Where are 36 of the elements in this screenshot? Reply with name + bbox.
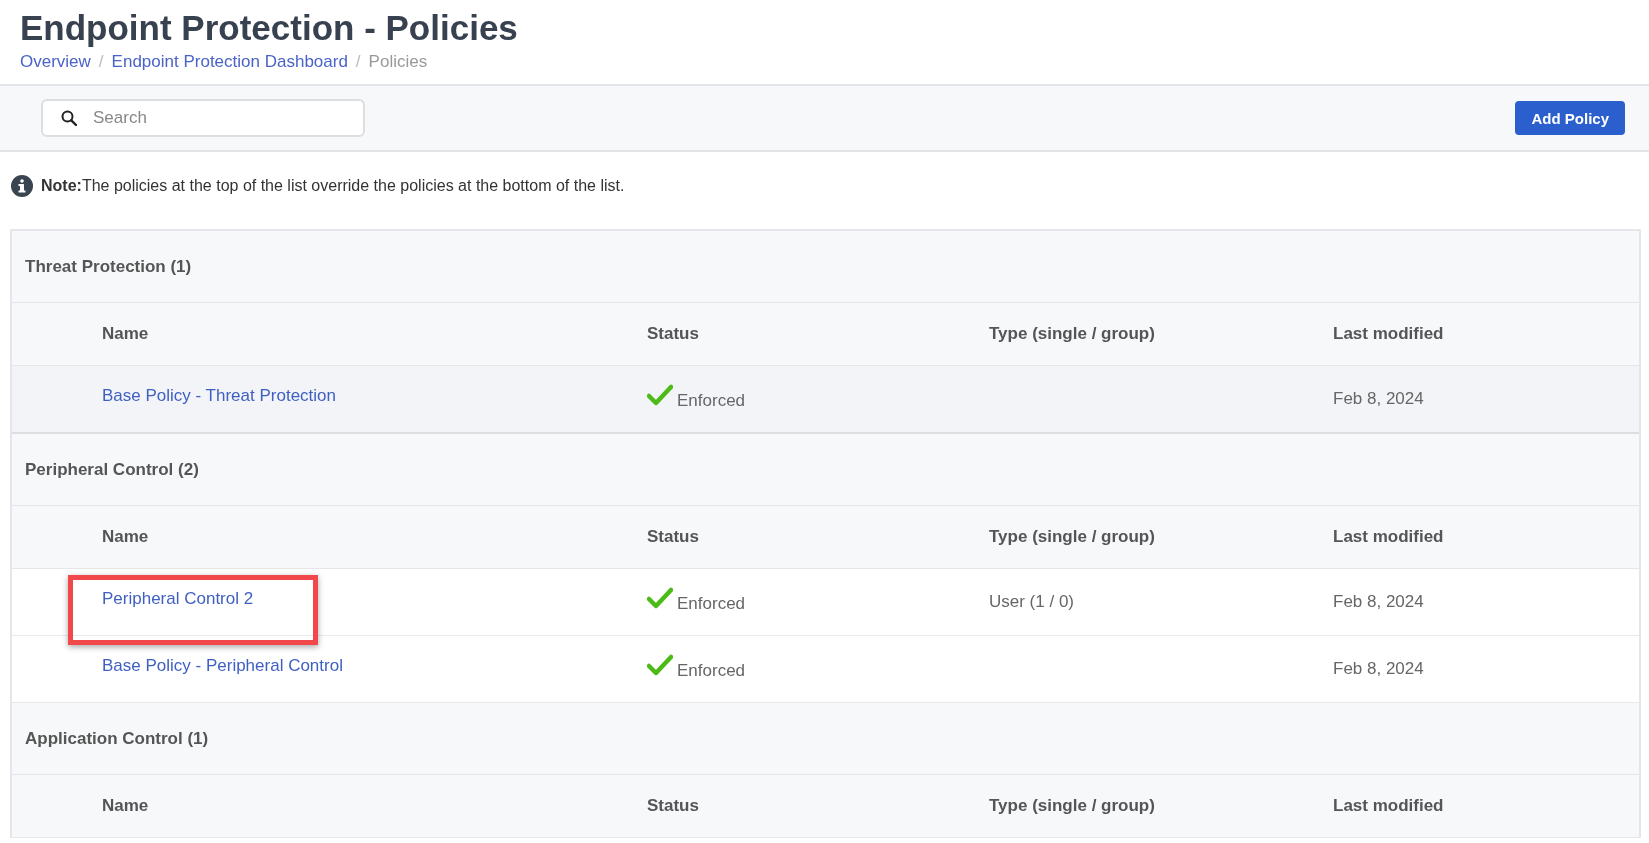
- policy-link[interactable]: Base Policy - Peripheral Control: [102, 656, 343, 676]
- policy-link[interactable]: Peripheral Control 2: [102, 589, 254, 609]
- column-header: Status: [647, 324, 700, 344]
- group-title: Peripheral Control (2): [25, 459, 199, 480]
- note-text: Note:The policies at the top of the list override the policies at the bottom of the list.: [41, 177, 625, 195]
- breadcrumb-separator: /: [355, 52, 361, 72]
- breadcrumb-current: Policies: [368, 52, 428, 72]
- column-header: Name: [102, 796, 150, 816]
- column-header: Type (single / group): [989, 796, 1156, 816]
- status-text: Enforced: [677, 391, 746, 411]
- status-text: Enforced: [677, 661, 746, 681]
- date-text: Feb 8, 2024: [1333, 659, 1424, 678]
- column-header: Type (single / group): [989, 527, 1156, 547]
- column-header: Last modified: [1333, 796, 1445, 816]
- breadcrumb-link[interactable]: Overview: [20, 52, 91, 72]
- column-header: Last modified: [1333, 324, 1445, 344]
- add-policy-button[interactable]: Add Policy: [1515, 101, 1625, 135]
- column-header: Name: [102, 527, 150, 547]
- column-header: Status: [647, 796, 700, 816]
- group-title: Application Control (1): [25, 728, 209, 749]
- date-text: Feb 8, 2024: [1333, 592, 1424, 611]
- type-text: User (1 / 0): [989, 592, 1075, 611]
- column-header: Status: [647, 527, 700, 547]
- search-field[interactable]: Search: [41, 99, 365, 137]
- breadcrumb-separator: /: [98, 52, 104, 72]
- table-row[interactable]: Base Policy - Threat Protection Enforced Feb 8, 2024: [12, 366, 1639, 434]
- policy-link[interactable]: Base Policy - Threat Protection: [102, 386, 336, 406]
- group-title: Threat Protection (1): [25, 256, 192, 277]
- column-header: Type (single / group): [989, 324, 1156, 344]
- column-header: Last modified: [1333, 527, 1445, 547]
- breadcrumb-link[interactable]: Endpoint Protection Dashboard: [111, 52, 348, 72]
- page-title: Endpoint Protection - Policies: [20, 8, 519, 48]
- column-header: Name: [102, 324, 150, 344]
- date-text: Feb 8, 2024: [1333, 389, 1424, 408]
- status-text: Enforced: [677, 594, 746, 614]
- info-icon: [11, 175, 33, 197]
